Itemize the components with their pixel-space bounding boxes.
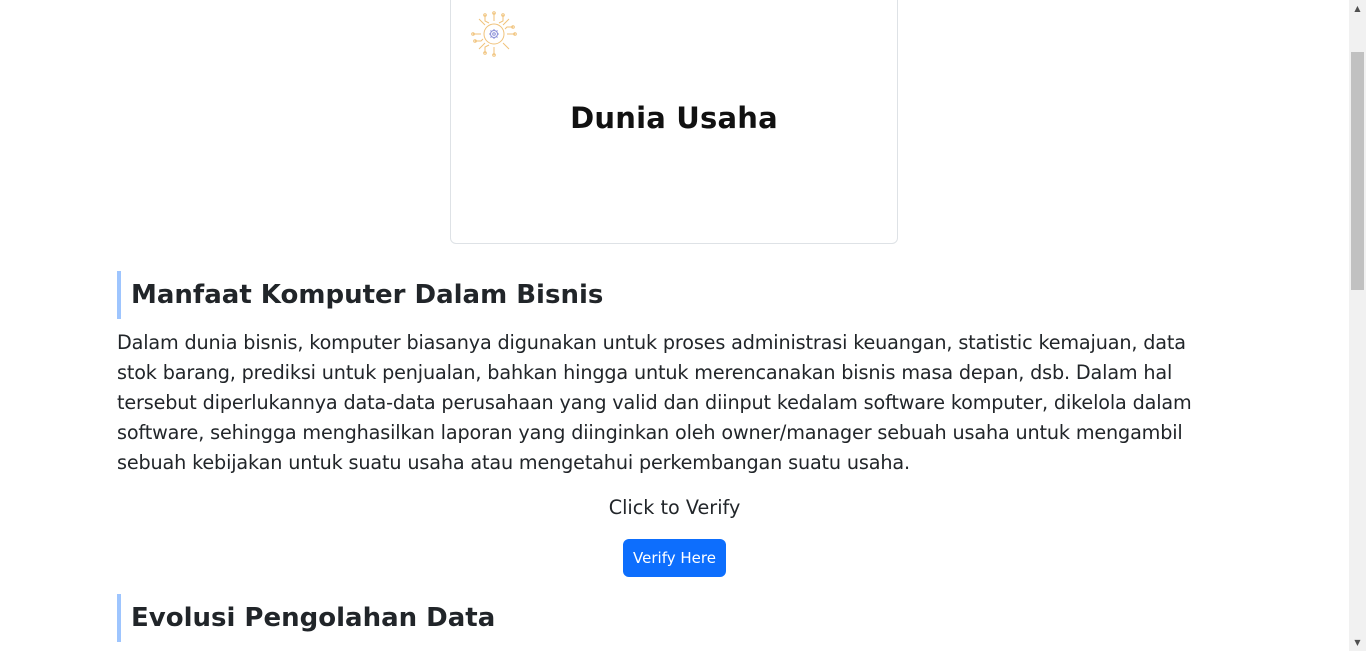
verify-button[interactable]: Verify Here <box>623 539 726 577</box>
scroll-down-arrow-icon[interactable]: ▼ <box>1349 634 1366 651</box>
card-title: Dunia Usaha <box>570 101 778 135</box>
section-paragraph: Dalam dunia bisnis, komputer biasanya di… <box>117 331 1192 474</box>
section-heading-manfaat: Manfaat Komputer Dalam Bisnis <box>117 271 603 319</box>
section-heading-evolusi: Evolusi Pengolahan Data <box>117 594 495 642</box>
scroll-up-arrow-icon[interactable]: ▲ <box>1349 0 1366 17</box>
page: Dunia Usaha Manfaat Komputer Dalam Bisni… <box>0 0 1349 651</box>
verify-prompt: Click to Verify <box>608 496 741 519</box>
circuit-gear-icon <box>471 11 517 57</box>
vertical-scrollbar[interactable]: ▲ ▼ <box>1349 0 1366 651</box>
scrollbar-thumb[interactable] <box>1351 52 1364 290</box>
topic-card: Dunia Usaha <box>450 0 898 244</box>
